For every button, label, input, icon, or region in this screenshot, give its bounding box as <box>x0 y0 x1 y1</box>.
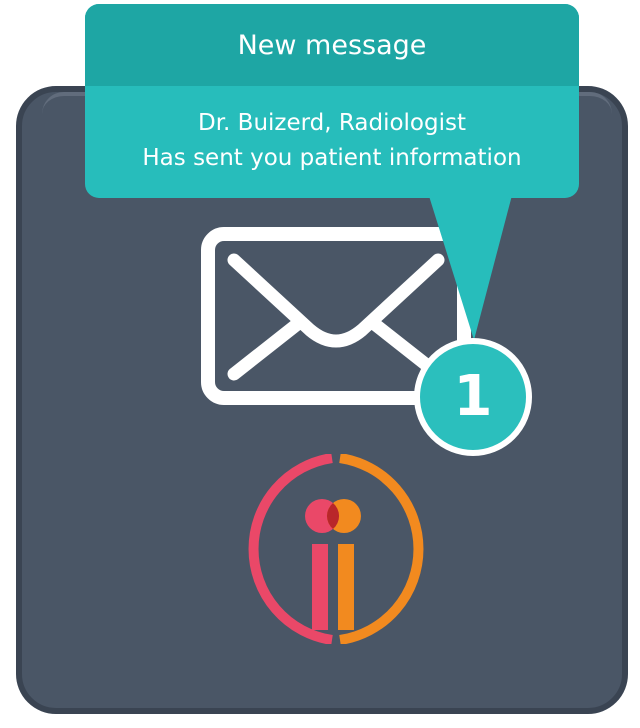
notification-sender: Dr. Buizerd, Radiologist <box>197 110 466 136</box>
notification-title: New message <box>85 4 579 86</box>
bubble-tail <box>424 180 516 340</box>
notification-bubble[interactable]: New message Dr. Buizerd, Radiologist Has… <box>85 4 579 198</box>
notification-screen: 1 New message Dr. Buizerd, Radiologist H… <box>0 0 640 728</box>
ii-logo <box>248 454 424 644</box>
notification-message: Has sent you patient information <box>142 145 522 171</box>
notification-body: Dr. Buizerd, Radiologist Has sent you pa… <box>85 86 579 176</box>
unread-count-badge[interactable]: 1 <box>414 338 532 456</box>
